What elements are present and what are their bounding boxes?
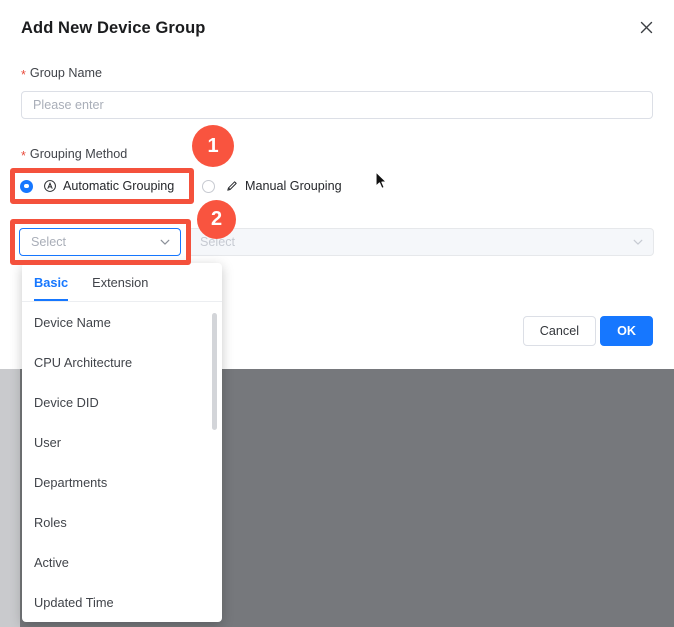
required-marker: *	[21, 67, 26, 82]
ok-button[interactable]: OK	[600, 316, 653, 346]
chevron-down-icon	[160, 239, 170, 245]
secondary-select[interactable]: Select	[188, 228, 654, 256]
list-item[interactable]: Departments	[22, 462, 222, 502]
grouping-method-label: * Grouping Method	[21, 147, 128, 163]
radio-manual-grouping[interactable]: Manual Grouping	[202, 176, 342, 196]
radio-manual-grouping-label: Manual Grouping	[245, 179, 342, 193]
radio-dot-unselected	[202, 179, 215, 193]
dropdown-scrollbar[interactable]	[212, 313, 217, 430]
automatic-grouping-icon	[44, 180, 56, 192]
tab-basic[interactable]: Basic	[34, 263, 69, 301]
pencil-icon	[227, 181, 237, 191]
primary-select-placeholder: Select	[31, 235, 67, 249]
chevron-down-icon	[633, 239, 643, 245]
list-item[interactable]: Device Name	[22, 302, 222, 342]
grouping-method-label-text: Grouping Method	[29, 147, 128, 161]
list-item[interactable]: Device DID	[22, 382, 222, 422]
backdrop-left-strip	[0, 369, 20, 627]
group-name-label-text: Group Name	[29, 66, 103, 80]
radio-automatic-grouping-label: Automatic Grouping	[63, 179, 175, 193]
dialog-title: Add New Device Group	[21, 19, 206, 37]
radio-dot-selected	[20, 179, 33, 193]
cancel-button[interactable]: Cancel	[522, 316, 596, 346]
dropdown-tabs: Basic Extension	[22, 263, 222, 302]
required-marker: *	[21, 148, 26, 163]
group-name-input[interactable]	[21, 91, 653, 119]
list-item[interactable]: Updated Time	[22, 582, 222, 622]
list-item[interactable]: User	[22, 422, 222, 462]
tab-extension[interactable]: Extension	[92, 263, 148, 301]
list-item[interactable]: Roles	[22, 502, 222, 542]
select-dropdown-panel: Basic Extension Device Name CPU Architec…	[22, 263, 222, 622]
secondary-select-placeholder: Select	[200, 235, 236, 249]
primary-select[interactable]: Select	[19, 228, 181, 256]
group-name-label: * Group Name	[21, 66, 103, 82]
radio-automatic-grouping[interactable]: Automatic Grouping	[20, 176, 174, 196]
close-icon[interactable]	[635, 16, 657, 38]
list-item[interactable]: Active	[22, 542, 222, 582]
dropdown-option-list: Device Name CPU Architecture Device DID …	[22, 302, 222, 622]
list-item[interactable]: CPU Architecture	[22, 342, 222, 382]
